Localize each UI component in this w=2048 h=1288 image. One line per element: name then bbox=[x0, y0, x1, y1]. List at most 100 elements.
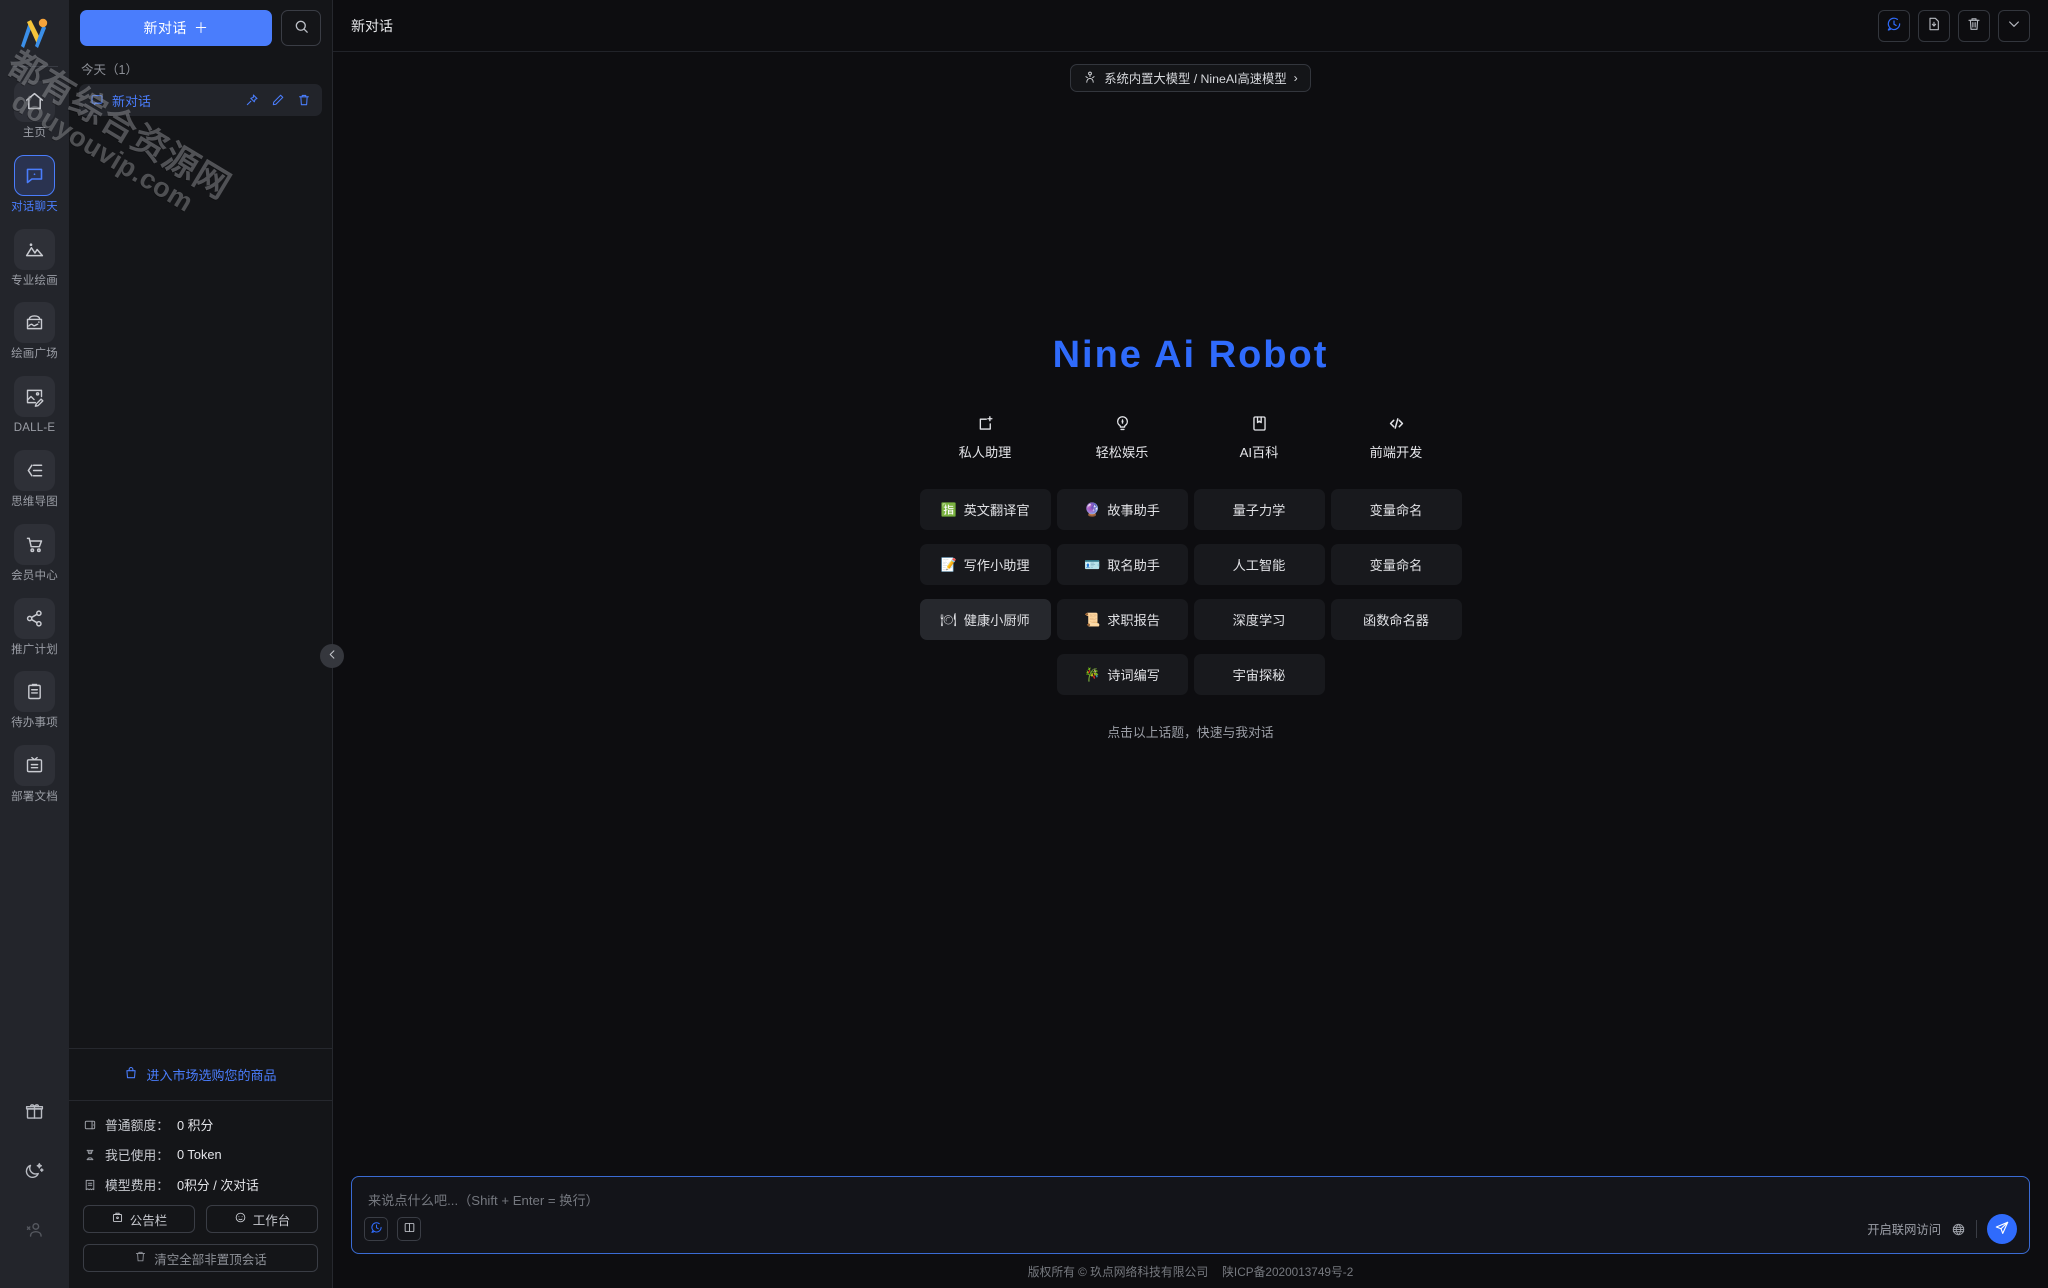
icp-text[interactable]: 陕ICP备2020013749号-2 bbox=[1222, 1263, 1353, 1280]
topic-card[interactable]: 🍽 健康小厨师 bbox=[919, 599, 1051, 640]
clear-conversations-button[interactable]: 清空全部非置顶会话 bbox=[83, 1244, 318, 1272]
sidebar-item-dalle[interactable]: DALL-E bbox=[0, 376, 69, 436]
moon-stars-icon bbox=[24, 1160, 45, 1186]
announcement-label: 公告栏 bbox=[129, 1213, 168, 1228]
model-selector[interactable]: 系统内置大模型 / NineAI高速模型 › bbox=[1070, 64, 1311, 92]
conversation-spacer bbox=[69, 116, 332, 1048]
list-item[interactable]: 新对话 bbox=[79, 84, 322, 116]
category-entertainment[interactable]: 轻松娱乐 bbox=[1054, 413, 1191, 461]
welcome-panel: Nine Ai Robot 私人助理 轻松娱乐 AI百科 前端开发 🈯 英文翻译… bbox=[333, 92, 2048, 1176]
topic-hint: 点击以上话题，快速与我对话 bbox=[1107, 725, 1274, 740]
topic-card[interactable]: 🔮 故事助手 bbox=[1056, 489, 1188, 530]
conversation-list: 新对话 bbox=[69, 84, 332, 116]
topic-card[interactable]: 变量命名 bbox=[1330, 544, 1462, 585]
stat-used: 我已使用： 0 Token bbox=[83, 1145, 318, 1164]
gift-button[interactable] bbox=[14, 1093, 55, 1134]
globe-icon[interactable] bbox=[1951, 1222, 1966, 1237]
file-download-icon bbox=[1926, 16, 1942, 35]
sidebar-item-docs[interactable]: 部署文档 bbox=[0, 745, 69, 805]
topic-card[interactable]: 人工智能 bbox=[1193, 544, 1325, 585]
search-conversations-button[interactable] bbox=[281, 10, 321, 46]
theme-toggle-button[interactable] bbox=[14, 1152, 55, 1193]
sidebar-item-home[interactable]: 主页 bbox=[0, 81, 69, 141]
workbench-button[interactable]: 工作台 bbox=[206, 1205, 318, 1233]
image-mountain-icon bbox=[14, 228, 55, 270]
topic-card-label: 健康小厨师 bbox=[963, 613, 1030, 628]
stat-label: 我已使用： bbox=[105, 1148, 169, 1163]
market-link-label: 进入市场选购您的商品 bbox=[146, 1068, 277, 1083]
nine-ai-logo-icon bbox=[20, 18, 47, 48]
composer[interactable]: 来说点什么吧...（Shift + Enter = 换行） 开启联网访问 bbox=[351, 1176, 2030, 1254]
sidebar-collapse-handle[interactable] bbox=[320, 644, 344, 668]
topic-card-label: 人工智能 bbox=[1232, 558, 1286, 573]
topic-card[interactable]: 🈯 英文翻译官 bbox=[919, 489, 1051, 530]
sidebar-item-label: 主页 bbox=[22, 127, 47, 139]
rail-bottom-group bbox=[14, 1093, 55, 1288]
topic-card[interactable]: 函数命名器 bbox=[1330, 599, 1462, 640]
edit-icon[interactable] bbox=[271, 93, 285, 107]
topic-card[interactable]: 深度学习 bbox=[1193, 599, 1325, 640]
topic-card-label: 变量命名 bbox=[1369, 503, 1423, 518]
prompt-history-button[interactable] bbox=[364, 1217, 388, 1241]
gift-icon bbox=[24, 1101, 45, 1127]
category-frontend[interactable]: 前端开发 bbox=[1328, 413, 1465, 461]
clipboard-icon bbox=[14, 671, 55, 713]
category-encyclopedia[interactable]: AI百科 bbox=[1191, 413, 1328, 461]
market-link[interactable]: 进入市场选购您的商品 bbox=[69, 1048, 332, 1100]
sidebar-item-promotion[interactable]: 推广计划 bbox=[0, 597, 69, 658]
home-icon bbox=[14, 81, 55, 122]
sidebar-item-drawing[interactable]: 专业绘画 bbox=[0, 228, 69, 289]
network-access-label: 开启联网访问 bbox=[1867, 1223, 1941, 1237]
topic-card-label: 取名助手 bbox=[1107, 558, 1160, 573]
chat-bubble-icon bbox=[14, 154, 55, 196]
new-chat-label: 新对话 bbox=[143, 20, 187, 36]
topic-column-1: 🈯 英文翻译官 📝 写作小助理 🍽 健康小厨师 bbox=[917, 489, 1054, 695]
sidebar-item-mindmap[interactable]: 思维导图 bbox=[0, 449, 69, 510]
gallery-icon bbox=[14, 302, 55, 344]
send-button[interactable] bbox=[1987, 1214, 2017, 1244]
topic-card[interactable]: 📝 写作小助理 bbox=[919, 544, 1051, 585]
message-input[interactable]: 来说点什么吧...（Shift + Enter = 换行） bbox=[352, 1177, 2029, 1209]
category-assistant[interactable]: 私人助理 bbox=[917, 413, 1054, 461]
topic-card[interactable]: 🎋 诗词编写 bbox=[1056, 654, 1188, 695]
brand-title: Nine Ai Robot bbox=[1052, 334, 1329, 376]
stat-value: 0积分 / 次对话 bbox=[176, 1178, 259, 1193]
workbench-label: 工作台 bbox=[252, 1213, 291, 1228]
columns-icon bbox=[403, 1221, 416, 1237]
cooking-emoji-icon: 🍽 bbox=[940, 612, 957, 627]
category-label: AI百科 bbox=[1239, 445, 1279, 460]
more-button[interactable] bbox=[1998, 9, 2030, 42]
new-chat-button[interactable]: 新对话 ＋ bbox=[80, 10, 272, 46]
header-actions bbox=[1878, 9, 2030, 42]
topic-card-label: 英文翻译官 bbox=[963, 503, 1030, 518]
category-label: 前端开发 bbox=[1369, 445, 1423, 460]
sidebar-item-label: 绘画广场 bbox=[11, 348, 58, 361]
topic-card-label: 深度学习 bbox=[1232, 613, 1286, 628]
topic-card[interactable]: 📜 求职报告 bbox=[1056, 599, 1188, 640]
delete-icon[interactable] bbox=[297, 93, 311, 107]
sidebar-item-membership[interactable]: 会员中心 bbox=[0, 523, 69, 584]
topic-card-label: 写作小助理 bbox=[963, 558, 1030, 573]
pin-icon[interactable] bbox=[245, 93, 259, 107]
naming-emoji-icon: 🪪 bbox=[1084, 557, 1101, 572]
clear-button[interactable] bbox=[1958, 9, 1990, 42]
topic-card[interactable]: 宇宙探秘 bbox=[1193, 654, 1325, 695]
poetry-emoji-icon: 🎋 bbox=[1084, 667, 1101, 682]
sidebar-item-gallery[interactable]: 绘画广场 bbox=[0, 302, 69, 362]
save-button[interactable] bbox=[1918, 9, 1950, 42]
topic-card[interactable]: 🪪 取名助手 bbox=[1056, 544, 1188, 585]
announcement-button[interactable]: 公告栏 bbox=[83, 1205, 195, 1233]
sidebar-button-pair: 公告栏 工作台 bbox=[83, 1205, 318, 1233]
topic-card[interactable]: 量子力学 bbox=[1193, 489, 1325, 530]
login-button[interactable] bbox=[14, 1211, 55, 1252]
chevron-right-icon: › bbox=[1293, 71, 1298, 85]
sidebar-item-chat[interactable]: 对话聊天 bbox=[0, 154, 69, 215]
sidebar-item-todo[interactable]: 待办事项 bbox=[0, 671, 69, 731]
history-button[interactable] bbox=[1878, 9, 1910, 42]
app-logo[interactable] bbox=[0, 0, 69, 66]
topic-grid: 🈯 英文翻译官 📝 写作小助理 🍽 健康小厨师 🔮 故事助手 🪪 取名助手 📜 … bbox=[917, 489, 1465, 695]
split-view-button[interactable] bbox=[397, 1217, 421, 1241]
copyright-text: 版权所有 © 玖点网络科技有限公司 bbox=[1027, 1264, 1209, 1279]
sidebar-item-label: 专业绘画 bbox=[11, 274, 58, 287]
topic-card[interactable]: 变量命名 bbox=[1330, 489, 1462, 530]
